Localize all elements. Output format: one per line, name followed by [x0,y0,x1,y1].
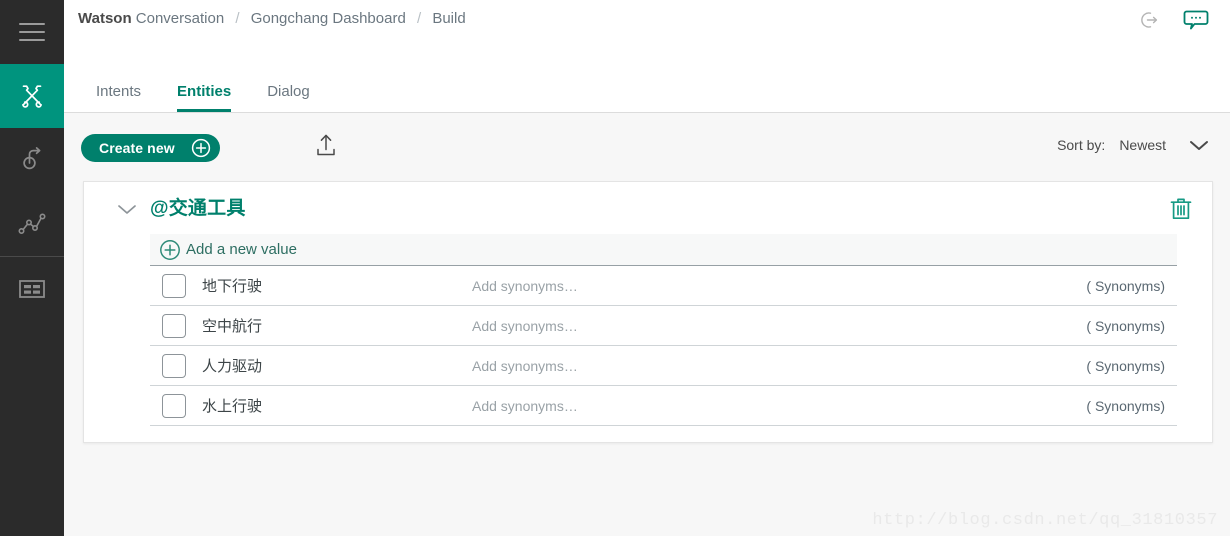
sort-by-label: Sort by: [1057,137,1106,153]
sidebar-item-deploy[interactable] [0,128,64,192]
chevron-down-icon[interactable] [116,202,138,216]
create-new-button[interactable]: Create new [81,134,220,162]
sidebar-item-build[interactable] [0,64,64,128]
tab-entities[interactable]: Entities [177,83,232,112]
value-checkbox[interactable] [162,393,186,418]
add-new-value-row[interactable]: Add a new value [150,234,1177,266]
chevron-down-icon[interactable] [1188,138,1210,152]
sort-by-control[interactable]: Sort by: Newest [1057,137,1210,153]
sort-by-value: Newest [1119,137,1166,153]
sidebar-item-improve[interactable] [0,192,64,256]
brand-name-bold: Watson [78,10,132,27]
sidebar-item-menu[interactable] [0,0,64,64]
table-row: 人力驱动 Add synonyms… ( Synonyms) [150,346,1177,386]
entity-card: @交通工具 Add a new value 地下行驶 Add synonyms…… [83,181,1213,443]
value-checkbox[interactable] [162,273,186,298]
content-area: Create new Sort by: Newest @交通工具 Add a n… [64,113,1230,536]
analytics-icon [17,211,47,237]
breadcrumb-separator-2: / [416,10,422,27]
entity-card-footer [84,426,1212,442]
top-bar-actions [1138,6,1210,39]
tools-icon [17,81,47,111]
synonyms-input[interactable]: Add synonyms… [472,358,1086,374]
tab-list: Intents Entities Dialog [96,83,310,112]
synonyms-input[interactable]: Add synonyms… [472,318,1086,334]
content-catalog-icon [18,278,46,300]
entity-values-list: Add a new value 地下行驶 Add synonyms… ( Syn… [84,234,1212,426]
table-row: 空中航行 Add synonyms… ( Synonyms) [150,306,1177,346]
entity-card-header: @交通工具 [84,182,1212,234]
create-new-label: Create new [99,140,175,156]
plus-circle-icon [159,239,181,261]
breadcrumb: Watson Conversation / Gongchang Dashboar… [78,10,466,27]
synonyms-count: ( Synonyms) [1086,277,1165,294]
breadcrumb-separator-1: / [235,10,240,27]
add-new-value-label: Add a new value [186,241,297,258]
trash-icon[interactable] [1169,196,1193,222]
upload-icon [314,133,338,164]
value-name[interactable]: 水上行驶 [202,395,472,416]
value-name[interactable]: 地下行驶 [202,275,472,296]
synonyms-input[interactable]: Add synonyms… [472,278,1086,294]
breadcrumb-dashboard-link[interactable]: Gongchang Dashboard [251,10,406,27]
synonyms-count: ( Synonyms) [1086,397,1165,414]
value-name[interactable]: 空中航行 [202,315,472,336]
table-row: 水上行驶 Add synonyms… ( Synonyms) [150,386,1177,426]
value-name[interactable]: 人力驱动 [202,355,472,376]
top-bar: Watson Conversation / Gongchang Dashboar… [64,0,1230,40]
synonyms-input[interactable]: Add synonyms… [472,398,1086,414]
upload-button[interactable] [314,133,338,164]
deploy-icon [18,146,46,174]
logout-icon[interactable] [1138,9,1160,36]
tab-bar: Intents Entities Dialog [64,40,1230,113]
table-row: 地下行驶 Add synonyms… ( Synonyms) [150,266,1177,306]
sidebar-item-content-catalog[interactable] [0,257,64,321]
value-checkbox[interactable] [162,313,186,338]
entity-name[interactable]: @交通工具 [150,193,246,220]
menu-icon [19,23,45,41]
left-nav-rail [0,0,64,536]
chat-bubble-icon[interactable] [1182,6,1210,39]
brand-name-regular: Conversation [135,10,225,27]
app-root: Watson Conversation / Gongchang Dashboar… [0,0,1230,536]
tab-intents[interactable]: Intents [96,83,141,112]
tab-dialog[interactable]: Dialog [267,83,310,112]
breadcrumb-build-link[interactable]: Build [432,10,465,27]
synonyms-count: ( Synonyms) [1086,357,1165,374]
plus-circle-icon [191,138,211,158]
watermark-text: http://blog.csdn.net/qq_31810357 [872,511,1218,530]
synonyms-count: ( Synonyms) [1086,317,1165,334]
value-checkbox[interactable] [162,353,186,378]
entities-toolbar: Create new Sort by: Newest [64,113,1230,175]
